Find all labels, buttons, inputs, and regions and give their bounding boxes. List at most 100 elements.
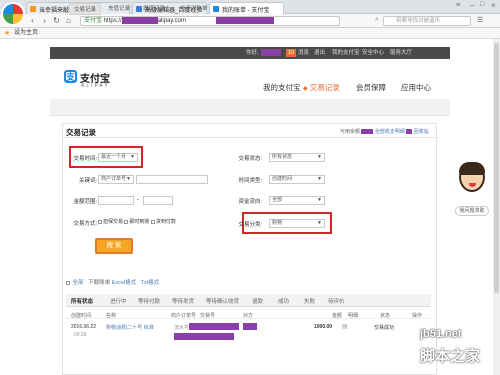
help-button[interactable]: 我问题求助 [455,206,489,216]
menu-icon[interactable]: ☰ [477,16,483,24]
home-icon[interactable]: ⌂ [64,16,73,25]
fund-flow-value: 全部 [272,197,283,203]
recycle-bin-link[interactable]: 回收站 [414,129,429,135]
fund-flow-select[interactable]: 全部 ▼ [269,196,325,205]
help-widget[interactable]: 我问题求助 [455,162,489,218]
amount-min-input[interactable] [98,196,134,205]
amount-label: 金额范围: [73,199,97,205]
row-amount: 1000.00 [314,324,333,330]
nav-member-protection[interactable]: 会员保障 [356,82,386,93]
col-counterparty: 对方 [243,313,254,319]
secure-site-label: 支付宝 [84,18,103,25]
baidu-favicon-icon [136,6,142,12]
excel-link[interactable]: Excel格式 [112,280,136,286]
tab-success[interactable]: 成功 [278,297,289,305]
method-options: 担保交易 即时到账 货到付款 [98,218,176,225]
download-label: 下载账单 [88,280,111,286]
service-hall-link[interactable]: 服务大厅 [390,47,412,59]
status-label: 交易状态: [238,156,262,162]
status-select[interactable]: 所有状态 ▼ [269,153,325,162]
maximize-icon[interactable]: □ [480,1,484,8]
nav-my-alipay[interactable]: 我的支付宝 [263,82,301,93]
keyword-input[interactable] [136,175,208,184]
scrollbar-thumb[interactable] [494,43,499,293]
mouth [469,183,476,187]
balance-detail-link[interactable]: 全部收支明细 [375,129,405,135]
tab-refund[interactable]: 退款 [252,297,263,305]
search-engine-icon[interactable]: ⌕ [375,16,379,24]
subnav-recharge[interactable]: 充值记录 [108,4,130,12]
forward-icon[interactable]: › [40,16,49,25]
checkbox-icon[interactable] [66,280,70,285]
time-type-select[interactable]: 创建时间 ▼ [269,175,325,184]
time-select[interactable]: 最近一个月 ▼ [98,153,138,162]
select-all-link[interactable]: 全部 [73,280,84,286]
chevron-down-icon: ▼ [317,154,322,160]
chevron-down-icon: ▼ [317,176,322,182]
subnav-withdraw[interactable]: 提现记录 [143,4,165,12]
category-value: 购物 [272,220,283,226]
keyword-type-select[interactable]: 商户订单号 ▼ [98,175,134,184]
subnav-e-statement[interactable]: 电子对账单 [180,4,208,12]
message-count-badge[interactable]: 10 [286,49,297,57]
row-name-link[interactable]: 购物消费|二十号 标准 [106,324,154,331]
subnav-transactions[interactable]: 交易记录 [69,3,102,15]
col-amount: 金额 [332,313,343,319]
tab-in-progress[interactable]: 进行中 [110,297,127,305]
category-label: 交易分类: [238,222,262,228]
col-created-time: 创建时间 [71,313,92,319]
balance-links: 可用余额 全部收支明细 回收站 [340,128,429,135]
method-option-instant[interactable]: 即时到账 [124,219,149,225]
alipay-top-strip: 你好, 10 消息 退出 我的支付宝 安全中心 服务大厅 [50,47,450,59]
search-placeholder: 到哪寻找对被盗币 [396,18,441,24]
txt-link[interactable]: Txt格式 [141,280,160,286]
detail-icon[interactable]: ▤ [342,323,348,330]
messages-link[interactable]: 消息 [298,47,309,59]
col-action: 操作 [412,313,423,319]
redacted-block [215,17,274,24]
method-option-guarantee[interactable]: 担保交易 [98,219,123,225]
checkbox-icon [124,219,129,224]
tab-awaiting-shipment[interactable]: 等待发货 [172,297,194,305]
tab-awaiting-payment[interactable]: 等待付款 [138,297,160,305]
hair [459,162,485,175]
nav-transactions[interactable]: ◆ 交易记录 [303,82,340,93]
amount-max-input[interactable] [143,196,173,205]
redacted-trade-no [174,333,234,340]
bookmark-set-home[interactable]: 设为主页 [14,30,38,36]
logout-link[interactable]: 退出 [314,47,325,59]
security-center-link[interactable]: 安全中心 [362,47,384,59]
sub-nav [50,99,450,116]
refresh-icon[interactable]: ↻ [52,16,61,25]
tab-failed[interactable]: 失败 [304,297,315,305]
browser-search-input[interactable]: 到哪寻找对被盗币 [383,16,471,26]
col-status: 状态 [380,313,391,319]
keyword-label: 关键词: [78,178,97,184]
tab-awaiting-receipt[interactable]: 等待确认收货 [206,297,239,305]
tab-all-status[interactable]: 所有状态 [71,297,93,305]
redacted-balance [361,129,374,135]
col-trade-no: 交易号 [200,313,216,319]
option-label: 即时到账 [129,219,150,225]
search-button[interactable]: 搜 索 [95,238,133,254]
export-links: 全部 下载账单 Excel格式 Txt格式 [66,278,159,286]
window-menu-icon[interactable]: ≡ [456,2,460,9]
tab-to-review[interactable]: 待评价 [328,297,345,305]
minimize-icon[interactable]: – [470,1,474,10]
method-option-cod[interactable]: 货到付款 [150,219,176,225]
nav-app-center[interactable]: 应用中心 [401,82,431,93]
close-icon[interactable]: × [491,1,496,10]
my-alipay-link[interactable]: 我的支付宝 [332,47,360,59]
url-input[interactable]: 支付宝 https:// alipay.com [80,16,340,26]
balance-note: 可用余额 [340,129,361,135]
browser-logo-icon[interactable] [1,2,25,26]
category-select[interactable]: 购物 ▼ [269,219,325,228]
col-name: 名称 [106,313,117,319]
table-row[interactable]: 2016.06.22 00:28 购物消费|二十号 标准 流水号 1000.00… [66,322,431,342]
browser-tab-3[interactable]: 我的账单 - 支付宝 [209,2,284,14]
alipay-favicon-icon [213,6,219,12]
assistant-avatar-icon [459,162,485,192]
row-status: 交易成功 [374,325,395,331]
back-icon[interactable]: ‹ [28,16,37,25]
alipay-logo[interactable]: 支 支付宝 ALIPAY [64,70,124,96]
